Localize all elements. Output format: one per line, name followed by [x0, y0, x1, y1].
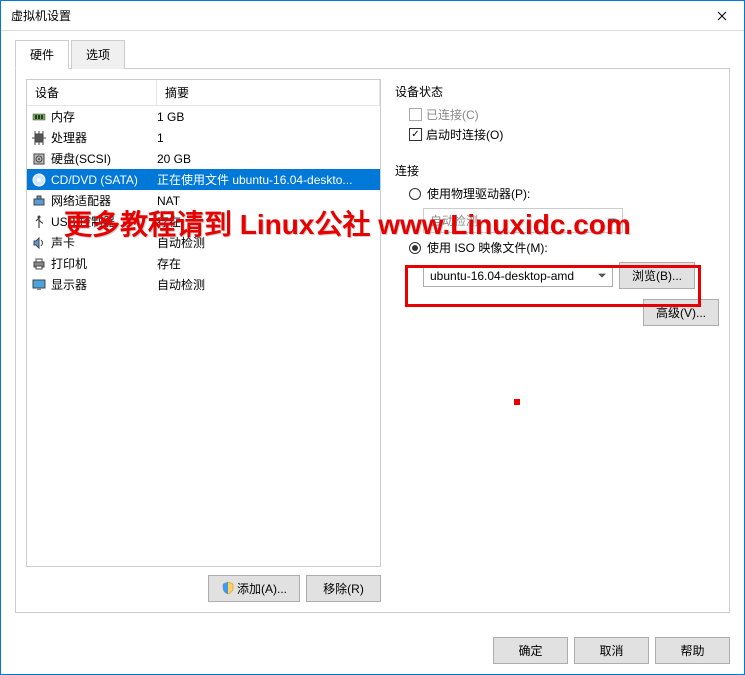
right-pane: 设备状态 已连接(C) ✓ 启动时连接(O) 连接 使用物理驱动器(P): 自动…: [391, 79, 719, 602]
device-summary: 自动检测: [157, 234, 376, 251]
close-icon: [717, 11, 727, 21]
table-body: 内存 1 GB 处理器 1 硬盘(SCSI) 20 GB CD/DVD (SATA) 正在使用…: [27, 106, 380, 566]
net-icon: [31, 193, 47, 209]
titlebar: 虚拟机设置: [1, 1, 744, 31]
device-name: 显示器: [51, 276, 87, 293]
device-name: 处理器: [51, 129, 87, 146]
connected-row[interactable]: 已连接(C): [409, 106, 719, 123]
physical-drive-combo: 自动检测: [423, 208, 623, 233]
add-button[interactable]: 添加(A)...: [208, 575, 300, 602]
footer: 确定 取消 帮助: [1, 627, 744, 674]
left-pane: 设备 摘要 内存 1 GB 处理器 1 硬盘(SCSI) 20 GB CD/DVD (SAT…: [26, 79, 381, 602]
tab-options[interactable]: 选项: [71, 40, 125, 69]
device-row-usb[interactable]: USB 控制器 存在: [27, 211, 380, 232]
cd-icon: [31, 172, 47, 188]
cancel-button[interactable]: 取消: [574, 637, 649, 664]
connect-on-start-label: 启动时连接(O): [426, 126, 503, 143]
connection-label: 连接: [395, 162, 719, 179]
device-row-disk[interactable]: 硬盘(SCSI) 20 GB: [27, 148, 380, 169]
physical-drive-label: 使用物理驱动器(P):: [427, 185, 530, 202]
device-name: 内存: [51, 108, 75, 125]
dialog-body: 硬件 选项 更多教程请到 Linux公社 www.Linuxidc.com 设备…: [1, 31, 744, 627]
connect-on-start-checkbox[interactable]: ✓: [409, 128, 422, 141]
connected-label: 已连接(C): [426, 106, 479, 123]
device-summary: 存在: [157, 255, 376, 272]
iso-input-row: ubuntu-16.04-desktop-amd 浏览(B)...: [423, 262, 719, 289]
iso-radio[interactable]: [409, 242, 421, 254]
table-header: 设备 摘要: [27, 80, 380, 106]
window-title: 虚拟机设置: [11, 7, 699, 24]
device-row-memory[interactable]: 内存 1 GB: [27, 106, 380, 127]
connected-checkbox: [409, 108, 422, 121]
tab-content: 更多教程请到 Linux公社 www.Linuxidc.com 设备 摘要 内存…: [15, 69, 730, 613]
device-row-display[interactable]: 显示器 自动检测: [27, 274, 380, 295]
advanced-button[interactable]: 高级(V)...: [643, 299, 719, 326]
disk-icon: [31, 151, 47, 167]
connect-on-start-row[interactable]: ✓ 启动时连接(O): [409, 126, 719, 143]
device-summary: NAT: [157, 194, 376, 208]
browse-button[interactable]: 浏览(B)...: [619, 262, 695, 289]
iso-row[interactable]: 使用 ISO 映像文件(M):: [409, 239, 719, 256]
device-summary: 1: [157, 131, 376, 145]
shield-icon: [221, 581, 235, 595]
iso-label: 使用 ISO 映像文件(M):: [427, 239, 548, 256]
device-summary: 20 GB: [157, 152, 376, 166]
device-table: 设备 摘要 内存 1 GB 处理器 1 硬盘(SCSI) 20 GB CD/DVD (SAT…: [26, 79, 381, 567]
device-status-label: 设备状态: [395, 83, 719, 100]
remove-button[interactable]: 移除(R): [306, 575, 381, 602]
device-row-net[interactable]: 网络适配器 NAT: [27, 190, 380, 211]
device-summary: 1 GB: [157, 110, 376, 124]
device-name: 打印机: [51, 255, 87, 272]
device-name: 声卡: [51, 234, 75, 251]
device-summary: 正在使用文件 ubuntu-16.04-deskto...: [157, 171, 376, 188]
usb-icon: [31, 214, 47, 230]
device-row-sound[interactable]: 声卡 自动检测: [27, 232, 380, 253]
tab-bar: 硬件 选项: [15, 39, 730, 69]
device-summary: 存在: [157, 213, 376, 230]
device-name: 网络适配器: [51, 192, 111, 209]
device-row-printer[interactable]: 打印机 存在: [27, 253, 380, 274]
iso-file-combo[interactable]: ubuntu-16.04-desktop-amd: [423, 265, 613, 287]
physical-drive-radio[interactable]: [409, 188, 421, 200]
physical-drive-row[interactable]: 使用物理驱动器(P):: [409, 185, 719, 202]
device-row-cd[interactable]: CD/DVD (SATA) 正在使用文件 ubuntu-16.04-deskto.…: [27, 169, 380, 190]
memory-icon: [31, 109, 47, 125]
sound-icon: [31, 235, 47, 251]
tab-hardware[interactable]: 硬件: [15, 40, 69, 69]
cpu-icon: [31, 130, 47, 146]
device-row-cpu[interactable]: 处理器 1: [27, 127, 380, 148]
help-button[interactable]: 帮助: [655, 637, 730, 664]
device-name: CD/DVD (SATA): [51, 173, 138, 187]
printer-icon: [31, 256, 47, 272]
device-name: USB 控制器: [51, 213, 115, 230]
advanced-row: 高级(V)...: [395, 299, 719, 326]
add-button-label: 添加(A)...: [237, 582, 287, 596]
ok-button[interactable]: 确定: [493, 637, 568, 664]
display-icon: [31, 277, 47, 293]
left-buttons: 添加(A)... 移除(R): [26, 567, 381, 602]
header-summary[interactable]: 摘要: [157, 80, 380, 105]
device-name: 硬盘(SCSI): [51, 150, 111, 167]
header-device[interactable]: 设备: [27, 80, 157, 105]
device-summary: 自动检测: [157, 276, 376, 293]
close-button[interactable]: [699, 1, 744, 30]
vm-settings-window: 虚拟机设置 硬件 选项 更多教程请到 Linux公社 www.Linuxidc.…: [0, 0, 745, 675]
